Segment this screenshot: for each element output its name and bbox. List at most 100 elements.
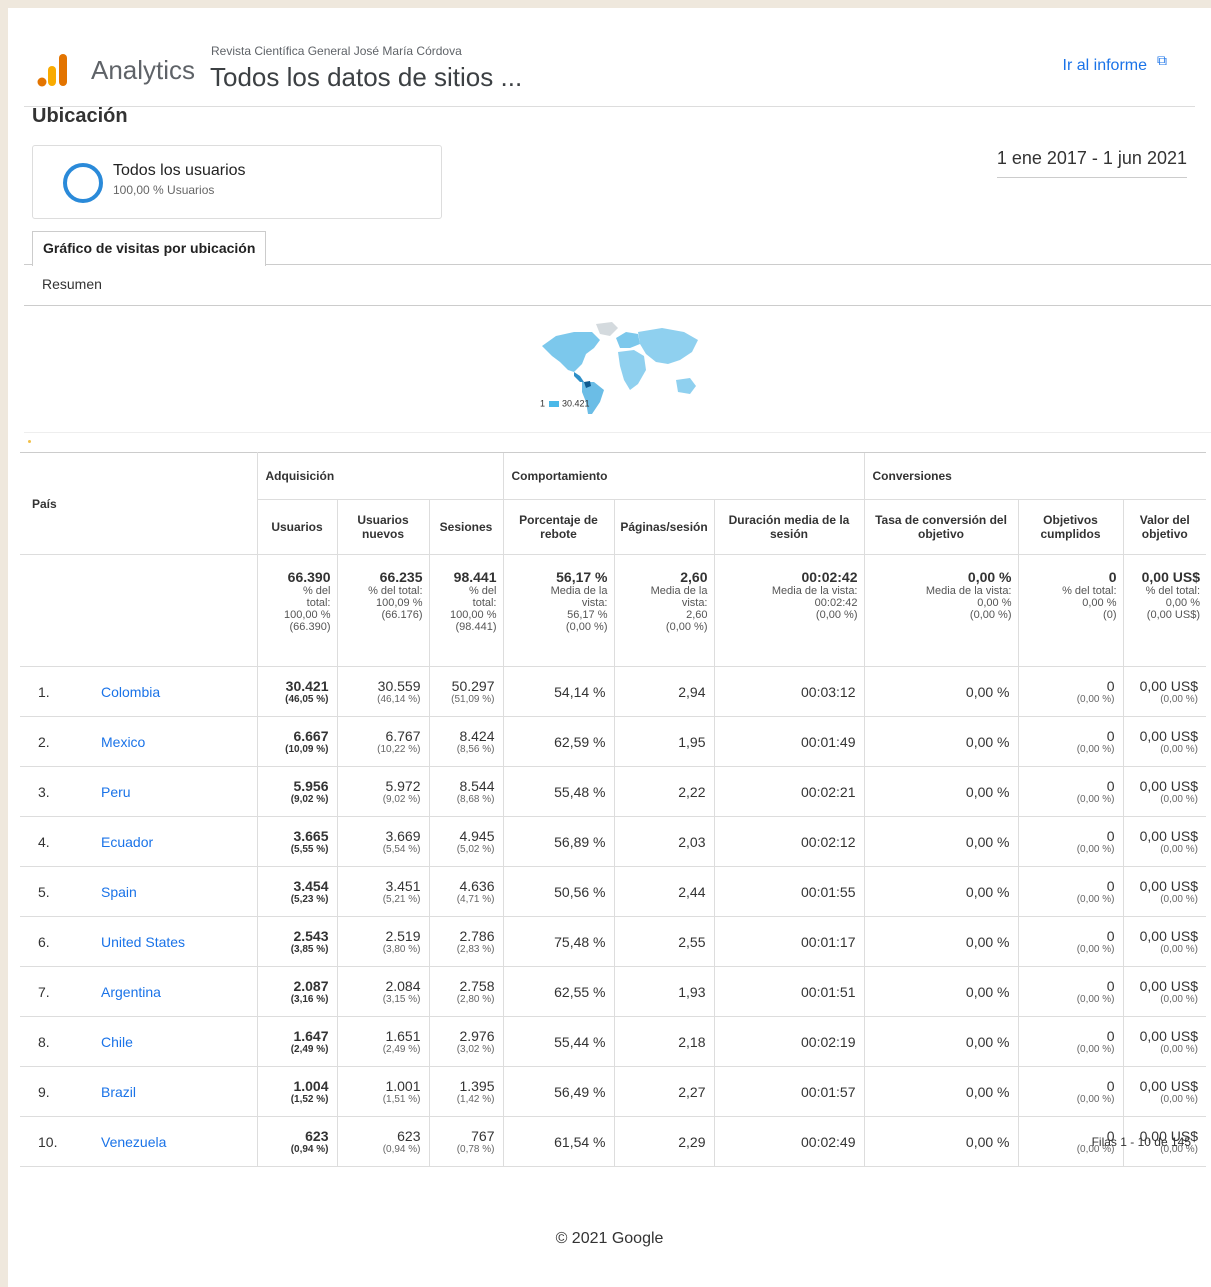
goals-value: 0 <box>1106 877 1115 894</box>
summary-divider <box>24 305 1211 306</box>
new-users-pct: (0,94 %) <box>382 1143 421 1155</box>
avg-duration-cell: 00:02:12 <box>713 816 864 867</box>
total-sub: vista: <box>681 597 708 609</box>
goal-value-pct: (0,00 %) <box>1160 943 1198 955</box>
goal-value: 0,00 US$ <box>1139 677 1198 694</box>
new-users-cell: 6.767 (10,22 %) <box>336 716 429 767</box>
brand-name: Analytics <box>91 55 196 85</box>
users-cell: 6.667 (10,09 %) <box>257 716 337 767</box>
sessions-value: 4.945 <box>459 827 495 844</box>
country-link[interactable]: Venezuela <box>100 1116 258 1167</box>
avg-duration-cell: 00:02:21 <box>713 766 864 817</box>
row-rank: 4. <box>20 816 100 867</box>
users-pct: (46,05 %) <box>285 693 329 705</box>
column-header-pages-per-session[interactable]: Páginas/sesión <box>613 499 714 555</box>
row-rank: 1. <box>20 666 100 717</box>
users-pct: (3,16 %) <box>290 993 329 1005</box>
users-pct: (5,55 %) <box>290 843 329 855</box>
users-value: 1.004 <box>293 1077 329 1094</box>
total-sub: total: <box>472 597 497 609</box>
pages-per-session-cell: 2,03 <box>613 816 714 867</box>
country-link[interactable]: Chile <box>100 1016 258 1067</box>
new-users-value: 30.559 <box>377 677 421 694</box>
table-row[interactable]: 1. Colombia 30.421 (46,05 %) 30.559 (46,14… <box>20 666 1206 717</box>
new-users-value: 3.451 <box>385 877 421 894</box>
table-row[interactable]: 5. Spain 3.454 (5,23 %) 3.451 (5,21 %) 4.6… <box>20 866 1206 917</box>
conversion-rate-cell: 0,00 % <box>863 666 1018 717</box>
country-link[interactable]: Ecuador <box>100 816 258 867</box>
goals-value: 0 <box>1106 977 1115 994</box>
go-to-report-link[interactable]: Ir al informe <box>1063 57 1147 75</box>
date-range-picker[interactable]: 1 ene 2017 - 1 jun 2021 <box>996 148 1187 178</box>
country-link[interactable]: Brazil <box>100 1066 258 1117</box>
users-cell: 1.004 (1,52 %) <box>257 1066 337 1117</box>
total-sub: Media de la <box>650 585 708 597</box>
users-cell: 623 (0,94 %) <box>257 1116 337 1167</box>
total-value: 2,60 <box>680 569 708 585</box>
table-row[interactable]: 7. Argentina 2.087 (3,16 %) 2.084 (3,15 %)… <box>20 966 1206 1017</box>
view-selector[interactable]: Todos los datos de sitios ... <box>210 62 522 93</box>
total-sub: (0,00 US$) <box>1146 609 1200 621</box>
goal-value-cell: 0,00 US$ (0,00 %) <box>1122 866 1206 917</box>
users-pct: (0,94 %) <box>290 1143 329 1155</box>
avg-duration-cell: 00:03:12 <box>713 666 864 717</box>
column-header-goal-value[interactable]: Valor del objetivo <box>1122 499 1206 555</box>
goal-value-cell: 0,00 US$ (0,00 %) <box>1122 966 1206 1017</box>
table-row[interactable]: 8. Chile 1.647 (2,49 %) 1.651 (2,49 %) 2.9… <box>20 1016 1206 1067</box>
column-header-goal-completions[interactable]: Objetivos cumplidos <box>1017 499 1123 555</box>
legend-color-bar <box>549 400 560 407</box>
goal-value-cell: 0,00 US$ (0,00 %) <box>1122 666 1206 717</box>
users-pct: (3,85 %) <box>290 943 329 955</box>
users-value: 3.665 <box>293 827 329 844</box>
analytics-logo-icon <box>37 54 67 87</box>
totals-row: 66.390% del total: 100,00 % (66.390) 66.235… <box>20 554 1206 667</box>
table-row[interactable]: 3. Peru 5.956 (9,02 %) 5.972 (9,02 %) 8.54… <box>20 766 1206 817</box>
country-column-header[interactable]: País <box>20 452 258 555</box>
bounce-rate-cell: 56,49 % <box>502 1066 614 1117</box>
new-users-cell: 1.651 (2,49 %) <box>336 1016 429 1067</box>
table-row[interactable]: 9. Brazil 1.004 (1,52 %) 1.001 (1,51 %) 1.… <box>20 1066 1206 1117</box>
new-users-pct: (9,02 %) <box>382 793 421 805</box>
avg-duration-cell: 00:02:49 <box>713 1116 864 1167</box>
column-header-users[interactable]: Usuarios <box>257 499 337 555</box>
table-row[interactable]: 6. United States 2.543 (3,85 %) 2.519 (3,8… <box>20 916 1206 967</box>
sessions-pct: (8,56 %) <box>456 743 495 755</box>
column-header-avg-session-duration[interactable]: Duración media de la sesión <box>713 499 864 555</box>
country-link[interactable]: Colombia <box>100 666 258 717</box>
users-value: 2.087 <box>293 977 329 994</box>
column-header-bounce-rate[interactable]: Porcentaje de rebote <box>502 499 614 555</box>
conversion-rate-cell: 0,00 % <box>863 766 1018 817</box>
conversion-rate-cell: 0,00 % <box>863 866 1018 917</box>
table-row[interactable]: 2. Mexico 6.667 (10,09 %) 6.767 (10,22 %) … <box>20 716 1206 767</box>
table-row[interactable]: 10. Venezuela 623 (0,94 %) 623 (0,94 %) 76… <box>20 1116 1206 1167</box>
segment-card[interactable]: Todos los usuarios 100,00 % Usuarios <box>32 145 442 219</box>
goals-pct: (0,00 %) <box>1076 843 1115 855</box>
tab-location-chart[interactable]: Gráfico de visitas por ubicación <box>32 231 267 266</box>
new-users-pct: (2,49 %) <box>382 1043 421 1055</box>
goal-value-cell: 0,00 US$ (0,00 %) <box>1122 916 1206 967</box>
sessions-pct: (2,83 %) <box>456 943 495 955</box>
goal-value-pct: (0,00 %) <box>1160 843 1198 855</box>
column-header-sessions[interactable]: Sesiones <box>428 499 503 555</box>
goal-value-cell: 0,00 US$ (0,00 %) <box>1122 716 1206 767</box>
goals-value: 0 <box>1106 1077 1115 1094</box>
column-header-new-users[interactable]: Usuarios nuevos <box>336 499 429 555</box>
country-link[interactable]: Argentina <box>100 966 258 1017</box>
total-sub: (66.176) <box>381 609 423 621</box>
segment-percentage: 100,00 % Usuarios <box>113 183 215 197</box>
country-link[interactable]: United States <box>100 916 258 967</box>
new-users-cell: 3.669 (5,54 %) <box>336 816 429 867</box>
country-link[interactable]: Mexico <box>100 716 258 767</box>
users-cell: 30.421 (46,05 %) <box>257 666 337 717</box>
country-link[interactable]: Peru <box>100 766 258 817</box>
group-header-acquisition: Adquisición <box>257 452 503 500</box>
users-value: 30.421 <box>285 677 329 694</box>
external-link-icon[interactable]: ⧉ <box>1157 52 1167 69</box>
total-sub: % del total: <box>368 585 423 597</box>
goal-value: 0,00 US$ <box>1139 977 1198 994</box>
table-row[interactable]: 4. Ecuador 3.665 (5,55 %) 3.669 (5,54 %) 4… <box>20 816 1206 867</box>
group-header-behavior: Comportamiento <box>502 452 864 500</box>
column-header-goal-conversion-rate[interactable]: Tasa de conversión del objetivo <box>863 499 1018 555</box>
new-users-value: 1.651 <box>385 1027 421 1044</box>
country-link[interactable]: Spain <box>100 866 258 917</box>
